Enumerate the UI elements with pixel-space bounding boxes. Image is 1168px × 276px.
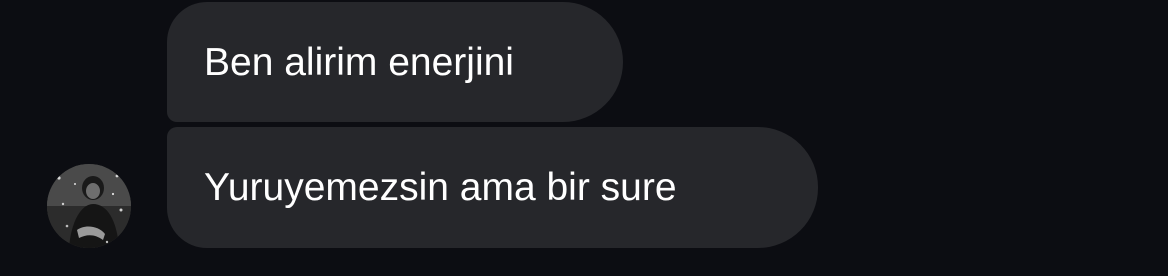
message-text: Ben alirim enerjini [204, 40, 514, 84]
sender-avatar-icon[interactable] [47, 164, 131, 248]
message-text: Yuruyemezsin ama bir sure [204, 166, 677, 209]
avatar-photo-icon [47, 164, 131, 248]
message-bubble[interactable]: Ben alirim enerjini [167, 2, 623, 122]
message-bubble[interactable]: Yuruyemezsin ama bir sure [167, 127, 818, 248]
message-thread: Ben alirim enerjini Yuruyemezsin ama bir… [0, 0, 1168, 276]
